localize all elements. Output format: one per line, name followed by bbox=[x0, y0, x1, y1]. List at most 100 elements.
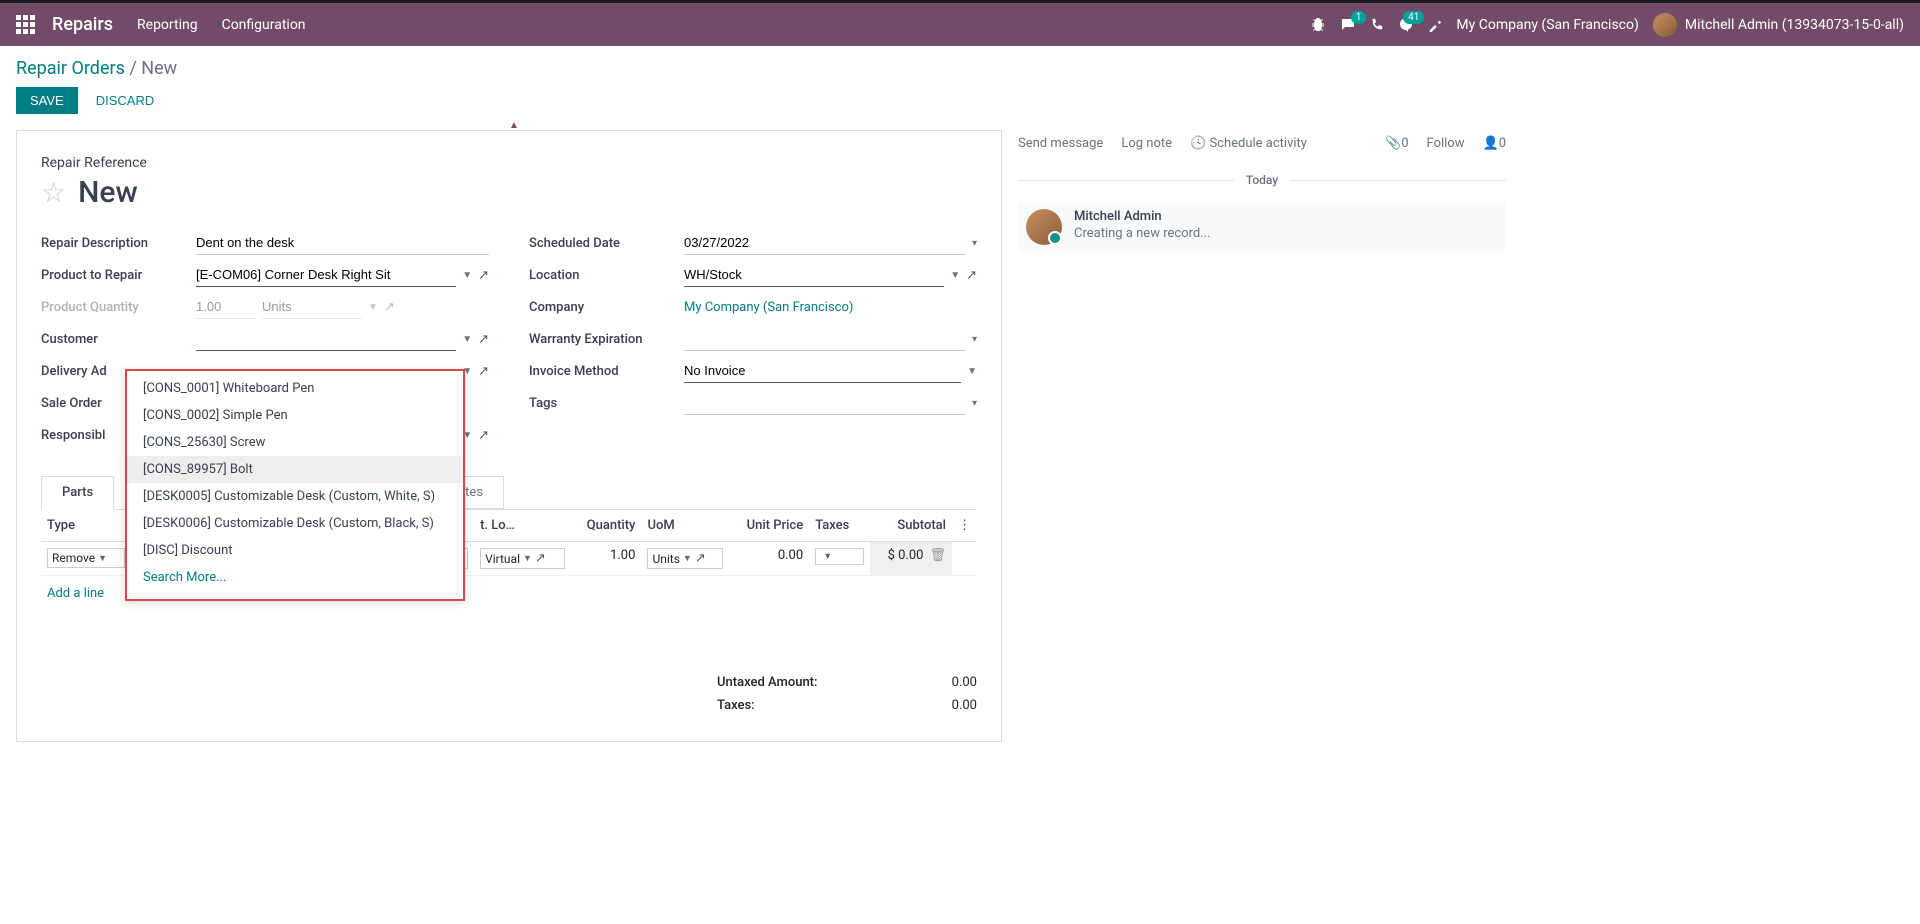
message-author[interactable]: Mitchell Admin bbox=[1074, 209, 1211, 224]
dropdown-item[interactable]: [CONS_0002] Simple Pen bbox=[127, 402, 463, 429]
clock-icon: 🕓 bbox=[1190, 136, 1206, 151]
caret-down-icon[interactable]: ▾ bbox=[972, 398, 977, 409]
chatter-date-divider: Today bbox=[1018, 173, 1506, 187]
company-link[interactable]: My Company (San Francisco) bbox=[684, 300, 853, 315]
breadcrumb-parent[interactable]: Repair Orders bbox=[16, 58, 125, 79]
menu-reporting[interactable]: Reporting bbox=[137, 17, 198, 33]
caret-down-icon[interactable]: ▾ bbox=[972, 238, 977, 249]
send-message-button[interactable]: Send message bbox=[1018, 136, 1103, 151]
app-name[interactable]: Repairs bbox=[52, 14, 113, 35]
dropdown-item[interactable]: [CONS_0001] Whiteboard Pen bbox=[127, 375, 463, 402]
followers-button[interactable]: 👤0 bbox=[1483, 136, 1507, 151]
label-invoice-method: Invoice Method bbox=[529, 364, 684, 379]
dropdown-item[interactable]: [DISC] Discount bbox=[127, 537, 463, 564]
external-link-icon[interactable]: ↗ bbox=[384, 300, 395, 315]
untaxed-value: 0.00 bbox=[952, 675, 977, 690]
breadcrumb-bar: Repair Orders / New bbox=[0, 46, 1920, 79]
dropdown-item[interactable]: [CONS_25630] Screw bbox=[127, 429, 463, 456]
external-link-icon[interactable]: ↗ bbox=[478, 364, 489, 379]
taxes-cell[interactable]: ▼ bbox=[815, 548, 864, 565]
tab-parts[interactable]: Parts bbox=[41, 476, 114, 510]
label-product-qty: Product Quantity bbox=[41, 300, 196, 315]
warranty-input[interactable] bbox=[684, 327, 966, 351]
external-link-icon[interactable]: ↗ bbox=[535, 551, 546, 566]
product-dropdown: [CONS_0001] Whiteboard Pen [CONS_0002] S… bbox=[125, 369, 465, 601]
label-location: Location bbox=[529, 268, 684, 283]
label-scheduled-date: Scheduled Date bbox=[529, 236, 684, 251]
totals: Untaxed Amount: 0.00 Taxes: 0.00 bbox=[717, 671, 977, 717]
caret-down-icon[interactable]: ▼ bbox=[967, 366, 977, 377]
invoice-method-select[interactable] bbox=[684, 359, 961, 383]
external-link-icon[interactable]: ↗ bbox=[478, 268, 489, 283]
external-link-icon[interactable]: ↗ bbox=[478, 332, 489, 347]
label-warranty: Warranty Expiration bbox=[529, 332, 684, 347]
col-taxes[interactable]: Taxes bbox=[809, 510, 870, 542]
taxes-value: 0.00 bbox=[952, 698, 977, 713]
messages-badge: 1 bbox=[1351, 11, 1367, 24]
dropdown-search-more[interactable]: Search More... bbox=[127, 564, 463, 595]
product-to-repair-input[interactable] bbox=[196, 263, 456, 287]
chatter: Send message Log note 🕓 Schedule activit… bbox=[1002, 122, 1522, 742]
col-uom[interactable]: UoM bbox=[641, 510, 729, 542]
activities-icon[interactable]: 41 bbox=[1398, 17, 1414, 33]
paperclip-icon: 📎 bbox=[1385, 136, 1401, 151]
caret-down-icon[interactable]: ▼ bbox=[368, 302, 378, 313]
nav-menu: Reporting Configuration bbox=[137, 17, 306, 33]
scheduled-date-input[interactable] bbox=[684, 231, 966, 255]
price-cell[interactable]: 0.00 bbox=[778, 548, 803, 563]
save-button[interactable]: SAVE bbox=[16, 87, 78, 114]
external-link-icon[interactable]: ↗ bbox=[478, 428, 489, 443]
tools-icon[interactable] bbox=[1428, 18, 1442, 32]
form-sheet: ▲ Repair Reference ☆ New Repair Descript… bbox=[16, 130, 1002, 742]
follow-button[interactable]: Follow bbox=[1427, 136, 1465, 151]
external-link-icon[interactable]: ↗ bbox=[966, 268, 977, 283]
caret-down-icon[interactable]: ▼ bbox=[462, 270, 472, 281]
dropdown-item[interactable]: [CONS_89957] Bolt bbox=[127, 456, 463, 483]
type-select[interactable]: Remove▼ bbox=[47, 548, 125, 568]
tags-input[interactable] bbox=[684, 391, 966, 415]
taxes-label: Taxes: bbox=[717, 698, 755, 713]
debug-icon[interactable] bbox=[1310, 17, 1326, 33]
col-subtotal[interactable]: Subtotal bbox=[870, 510, 952, 542]
caret-down-icon[interactable]: ▾ bbox=[972, 334, 977, 345]
col-qty[interactable]: Quantity bbox=[571, 510, 642, 542]
col-unit-price[interactable]: Unit Price bbox=[729, 510, 809, 542]
dest-loc-cell[interactable]: Virtual▼ ↗ bbox=[480, 548, 564, 569]
caret-down-icon[interactable]: ▼ bbox=[950, 270, 960, 281]
repair-description-input[interactable] bbox=[196, 231, 489, 255]
dropdown-item[interactable]: [DESK0006] Customizable Desk (Custom, Bl… bbox=[127, 510, 463, 537]
user-menu[interactable]: Mitchell Admin (13934073-15-0-all) bbox=[1653, 13, 1904, 37]
form-right-column: Scheduled Date ▾ Location ▼ ↗ Company My… bbox=[529, 228, 977, 452]
uom-cell[interactable]: Units ▼ ↗ bbox=[647, 548, 723, 569]
discard-button[interactable]: DISCARD bbox=[82, 87, 169, 114]
col-type[interactable]: Type bbox=[41, 510, 131, 542]
col-kebab[interactable]: ⋮ bbox=[952, 510, 977, 542]
customer-input[interactable] bbox=[196, 327, 456, 351]
dropdown-item[interactable]: [DESK0005] Customizable Desk (Custom, Wh… bbox=[127, 483, 463, 510]
avatar-icon bbox=[1653, 13, 1677, 37]
caret-down-icon[interactable]: ▼ bbox=[462, 334, 472, 345]
company-selector[interactable]: My Company (San Francisco) bbox=[1456, 17, 1638, 33]
phone-icon[interactable] bbox=[1370, 18, 1384, 32]
col-dest[interactable]: t. Lo… bbox=[474, 510, 570, 542]
messages-icon[interactable]: 1 bbox=[1340, 17, 1356, 33]
label-product-repair: Product to Repair bbox=[41, 268, 196, 283]
label-customer: Customer bbox=[41, 332, 196, 347]
log-note-button[interactable]: Log note bbox=[1121, 136, 1172, 151]
apps-icon[interactable] bbox=[16, 15, 36, 35]
schedule-activity-button[interactable]: 🕓 Schedule activity bbox=[1190, 136, 1307, 151]
menu-configuration[interactable]: Configuration bbox=[222, 17, 306, 33]
attachments-button[interactable]: 📎0 bbox=[1385, 136, 1409, 151]
collapse-arrow-icon[interactable]: ▲ bbox=[509, 120, 519, 131]
repair-ref-label: Repair Reference bbox=[41, 155, 977, 171]
navbar: Repairs Reporting Configuration 1 41 My … bbox=[0, 0, 1920, 46]
product-qty-input[interactable] bbox=[196, 295, 256, 319]
priority-star-icon[interactable]: ☆ bbox=[41, 176, 66, 209]
product-uom-input[interactable] bbox=[262, 295, 362, 319]
breadcrumb: Repair Orders / New bbox=[16, 58, 1904, 79]
location-input[interactable] bbox=[684, 263, 944, 287]
external-link-icon[interactable]: ↗ bbox=[695, 551, 706, 566]
qty-cell[interactable]: 1.00 bbox=[610, 548, 635, 563]
delete-row-icon[interactable]: 🗑 bbox=[929, 548, 946, 563]
label-repair-description: Repair Description bbox=[41, 236, 196, 251]
